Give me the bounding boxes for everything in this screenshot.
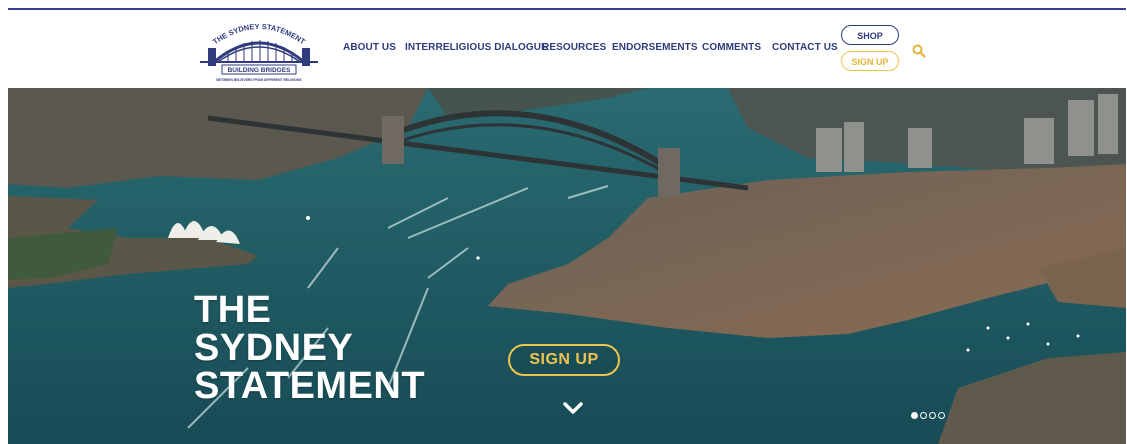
hero-title-line-1: THE	[194, 289, 272, 332]
nav-resources[interactable]: RESOURCES	[542, 42, 606, 53]
header-signup-button[interactable]: SIGN UP	[841, 51, 899, 71]
hero-signup-button[interactable]: SIGN UP	[508, 344, 620, 376]
site-header: THE SYDNEY STATEMENT BUILDING BRIDGES BE…	[8, 10, 1126, 88]
hero-title-line-3: STATEMENT	[194, 365, 426, 408]
slider-dot-1[interactable]	[911, 412, 918, 419]
slider-dot-2[interactable]	[920, 412, 927, 419]
search-icon[interactable]	[912, 44, 926, 58]
nav-comments[interactable]: COMMENTS	[702, 42, 761, 53]
slider-dot-3[interactable]	[929, 412, 936, 419]
shop-button[interactable]: SHOP	[841, 25, 899, 45]
chevron-down-icon[interactable]	[562, 400, 584, 416]
slider-pagination	[911, 406, 947, 419]
nav-about-us[interactable]: ABOUT US	[343, 42, 396, 53]
slider-dot-4[interactable]	[938, 412, 945, 419]
hero-title: THE SYDNEY STATEMENT	[194, 291, 425, 405]
nav-interreligious-dialogue[interactable]: INTERRELIGIOUS DIALOGUE	[405, 42, 548, 53]
nav-endorsements[interactable]: ENDORSEMENTS	[612, 42, 698, 53]
hero-harbour-image	[8, 88, 1126, 444]
hero-section: THE SYDNEY STATEMENT SIGN UP	[8, 88, 1126, 444]
hero-title-line-2: SYDNEY	[194, 327, 354, 370]
main-nav: ABOUT US INTERRELIGIOUS DIALOGUE RESOURC…	[8, 10, 1126, 88]
nav-contact-us[interactable]: CONTACT US	[772, 42, 838, 53]
